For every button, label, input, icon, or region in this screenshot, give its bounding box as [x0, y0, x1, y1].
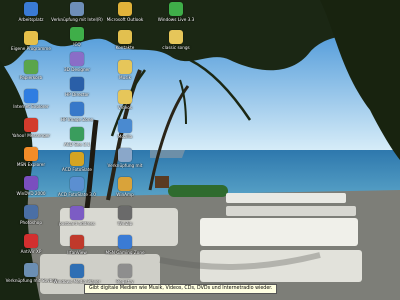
desktop-icon-windows-live[interactable]: Windows Live 3.3: [148, 2, 204, 22]
icon-label: MSN Gaming Zone: [105, 250, 145, 255]
icon-label: Mozilla: [117, 134, 133, 139]
contacts-folder-icon: [118, 30, 132, 44]
antivir-icon: [24, 234, 38, 248]
hp-director-icon: [70, 77, 84, 91]
videos-folder-icon: [118, 90, 132, 104]
mozilla-icon: [118, 119, 132, 133]
recycle-bin-icon: [24, 60, 38, 74]
spybot-icon: [24, 263, 38, 277]
acd-fotoslate-30-icon: [70, 177, 84, 191]
photoshop-icon: [24, 205, 38, 219]
classic-songs-folder-icon: [169, 30, 183, 44]
tooltip: Gibt digitale Medien wie Musik, Videos, …: [84, 284, 278, 294]
winzip-icon: [118, 206, 132, 220]
shortcut-icon: [118, 148, 132, 162]
acd-fotoslate-icon: [70, 152, 84, 166]
msn-explorer-icon: [24, 147, 38, 161]
icon-label: Musik: [118, 75, 132, 80]
my-computer-icon: [24, 2, 38, 16]
icon-label: classic songs: [162, 45, 190, 50]
icon-label: WinZip: [117, 221, 133, 226]
icon-label: Microsoft Outlook: [106, 17, 144, 22]
microsoft-outlook-icon: [118, 2, 132, 16]
desktop-icon-microsoft-outlook[interactable]: Microsoft Outlook: [97, 2, 153, 22]
postcard-address-icon: [70, 206, 84, 220]
icq-icon: [70, 27, 84, 41]
windows-live-icon: [169, 2, 183, 16]
desktop-icon-shortcut[interactable]: Verknüpfung mit: [97, 148, 153, 168]
icon-label: Verknüpfung mit: [107, 163, 143, 168]
hp-image-zone-icon: [70, 102, 84, 116]
desktop-icon-msn-gaming-zone[interactable]: MSN Gaming Zone: [97, 235, 153, 255]
irfanview-icon: [70, 235, 84, 249]
windows-media-player-icon: [70, 264, 84, 278]
desktop-icon-registry[interactable]: Registry: [97, 264, 153, 284]
desktop[interactable]: Arbeitsplatz Eigene Programme Papierkorb…: [0, 0, 400, 300]
registry-icon: [118, 264, 132, 278]
msn-gaming-zone-icon: [118, 235, 132, 249]
internet-explorer-icon: [24, 89, 38, 103]
desktop-icon-winzip[interactable]: WinZip: [97, 206, 153, 226]
winamp-icon: [118, 177, 132, 191]
icon-label: WinAmp: [116, 192, 134, 197]
intel-shortcut-icon: [70, 2, 84, 16]
programs-folder-icon: [24, 31, 38, 45]
icon-label: ACD See 3.1: [63, 142, 91, 147]
desktop-icon-music[interactable]: Musik: [97, 60, 153, 80]
desktop-icon-mozilla[interactable]: Mozilla: [97, 119, 153, 139]
icon-label: Videos: [118, 105, 132, 110]
yahoo-messenger-icon: [24, 118, 38, 132]
3d-designer-icon: [70, 52, 84, 66]
desktop-icon-winamp[interactable]: WinAmp: [97, 177, 153, 197]
windvd-icon: [24, 176, 38, 190]
desktop-icon-classic-songs[interactable]: classic songs: [148, 30, 204, 50]
desktop-icon-contacts[interactable]: Kontakte: [97, 30, 153, 50]
icon-label: Kontakte: [115, 45, 135, 50]
acdsee-icon: [70, 127, 84, 141]
desktop-icon-videos[interactable]: Videos: [97, 90, 153, 110]
icon-label: Windows Live 3.3: [157, 17, 195, 22]
music-folder-icon: [118, 60, 132, 74]
